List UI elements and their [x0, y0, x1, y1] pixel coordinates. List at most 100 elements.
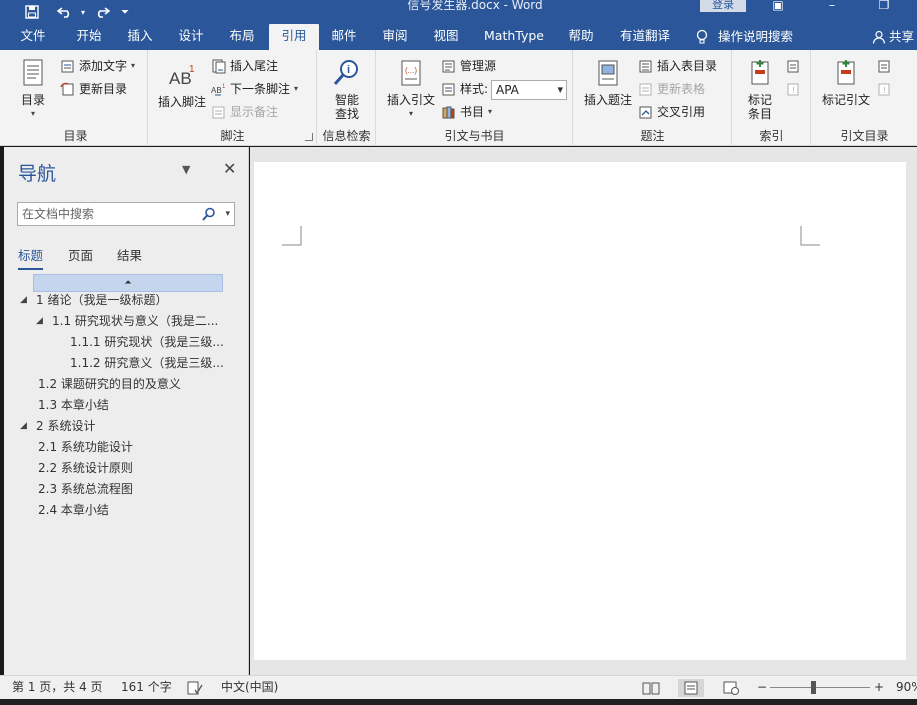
svg-text:AB: AB — [211, 86, 222, 95]
zoom-slider[interactable] — [770, 687, 870, 688]
minimize-icon[interactable]: – — [820, 0, 844, 14]
proofing-icon[interactable] — [187, 676, 203, 699]
insert-caption-button[interactable]: 插入题注 — [580, 58, 636, 107]
insert-index-button[interactable] — [785, 56, 800, 76]
undo-icon[interactable] — [52, 0, 78, 24]
ribbon-display-options-icon[interactable]: ▣ — [766, 0, 790, 14]
heading-item[interactable]: 2.1 系统功能设计 — [38, 437, 133, 457]
heading-item[interactable]: ◢ 2 系统设计 — [20, 416, 95, 436]
web-layout-icon[interactable] — [718, 679, 744, 697]
tab-mathtype[interactable]: MathType — [476, 24, 552, 50]
tab-mailings[interactable]: 邮件 — [320, 24, 368, 50]
add-text-label: 添加文字 — [79, 59, 128, 73]
undo-dropdown-icon[interactable]: ▾ — [78, 0, 88, 24]
tab-results[interactable]: 结果 — [117, 245, 142, 264]
heading-item[interactable]: 1.1.2 研究意义（我是三级... — [70, 353, 224, 373]
citation-style-dropdown-icon: ▾ — [557, 83, 563, 96]
search-options-dropdown-icon[interactable]: ▾ — [225, 203, 230, 225]
insert-footnote-label: 插入脚注 — [157, 95, 206, 109]
heading-item[interactable]: 2.2 系统设计原则 — [38, 458, 133, 478]
toc-button[interactable]: 目录 ▾ — [12, 58, 54, 121]
toc-icon — [23, 59, 43, 86]
group-research-label: 信息检索 — [322, 129, 371, 143]
svg-text:1: 1 — [189, 64, 195, 75]
tab-file[interactable]: 文件 — [8, 24, 58, 50]
update-index-button[interactable]: ! — [785, 79, 800, 99]
zoom-level[interactable]: 90% — [896, 676, 917, 699]
heading-item[interactable]: ◢ 1 绪论（我是一级标题） — [20, 290, 167, 310]
group-captions-label: 题注 — [640, 129, 665, 143]
tab-insert[interactable]: 插入 — [116, 24, 164, 50]
update-table-of-authorities-button[interactable]: ! — [876, 79, 891, 99]
footnotes-dialog-launcher-icon[interactable] — [305, 133, 313, 141]
close-icon[interactable]: ✕ — [223, 159, 236, 178]
page-count[interactable]: 第 1 页，共 4 页 — [12, 676, 103, 699]
insert-footnote-button[interactable]: AB 1 插入脚注 — [155, 60, 209, 109]
read-mode-icon[interactable] — [638, 679, 664, 697]
mark-citation-button[interactable]: 标记引文 — [818, 58, 874, 107]
cross-reference-button[interactable]: 交叉引用 — [638, 102, 705, 122]
mark-entry-icon — [751, 60, 769, 85]
insert-citation-button[interactable]: (...) 插入引文 ▾ — [383, 58, 439, 121]
collapse-up-icon: ⏶ — [124, 278, 132, 288]
print-layout-icon[interactable] — [678, 679, 704, 697]
heading-item[interactable]: 1.3 本章小结 — [38, 395, 109, 415]
login-button[interactable]: 登录 — [700, 0, 746, 12]
next-footnote-button[interactable]: AB 1 下一条脚注 ▾ — [211, 79, 298, 99]
tab-headings[interactable]: 标题 — [18, 245, 44, 270]
share-button[interactable]: 共享 — [872, 24, 914, 50]
heading-text: 2.1 系统功能设计 — [38, 440, 133, 454]
ribbon-tabs: 文件 开始 插入 设计 布局 引用 邮件 审阅 视图 MathType 帮助 有… — [0, 24, 917, 50]
insert-footnote-icon: AB1 — [169, 64, 195, 88]
nav-options-icon[interactable]: ▼ — [182, 163, 190, 176]
taskbar-strip — [0, 699, 917, 705]
heading-item[interactable]: 1.2 课题研究的目的及意义 — [38, 374, 181, 394]
zoom-in-button[interactable]: + — [874, 676, 884, 699]
tab-help[interactable]: 帮助 — [556, 24, 606, 50]
heading-item[interactable]: 1.1.1 研究现状（我是三级... — [70, 332, 224, 352]
nav-search-input[interactable]: 在文档中搜索 ▾ — [17, 202, 235, 226]
insert-endnote-button[interactable]: 插入尾注 — [211, 56, 278, 76]
heading-item[interactable]: 2.3 系统总流程图 — [38, 479, 133, 499]
word-count[interactable]: 161 个字 — [121, 676, 172, 699]
tab-view[interactable]: 视图 — [420, 24, 472, 50]
tab-youdao-translate[interactable]: 有道翻译 — [612, 24, 678, 50]
customize-quick-access-icon[interactable]: ⏷ — [118, 0, 132, 24]
heading-text: 1.3 本章小结 — [38, 398, 109, 412]
document-page[interactable] — [254, 162, 906, 660]
insert-table-of-authorities-button[interactable] — [876, 56, 891, 76]
add-text-button[interactable]: 添加文字 ▾ — [60, 56, 135, 76]
citation-style-select[interactable]: APA ▾ — [491, 80, 567, 100]
manage-sources-button[interactable]: 管理源 — [441, 56, 496, 76]
tab-home[interactable]: 开始 — [64, 24, 114, 50]
tab-design[interactable]: 设计 — [166, 24, 216, 50]
update-table-button[interactable]: 更新表格 — [638, 79, 705, 99]
next-footnote-label: 下一条脚注 — [230, 82, 291, 96]
mark-citation-label: 标记引文 — [821, 93, 870, 107]
update-toc-icon — [60, 82, 74, 95]
tab-pages[interactable]: 页面 — [68, 245, 93, 264]
zoom-out-button[interactable]: − — [757, 676, 767, 699]
smart-lookup-button[interactable]: i 智能 查找 — [324, 58, 370, 121]
search-icon[interactable] — [202, 207, 216, 221]
zoom-slider-thumb[interactable] — [811, 681, 816, 694]
heading-text: 2.4 本章小结 — [38, 503, 109, 517]
save-icon[interactable] — [20, 0, 44, 24]
bibliography-button[interactable]: 书目 ▾ — [441, 102, 492, 122]
tab-layout[interactable]: 布局 — [217, 24, 267, 50]
expand-triangle-icon[interactable]: ◢ — [20, 290, 36, 310]
heading-item[interactable]: 2.4 本章小结 — [38, 500, 109, 520]
show-notes-button[interactable]: 显示备注 — [211, 102, 278, 122]
mark-entry-button[interactable]: 标记 条目 — [739, 58, 781, 121]
update-toc-button[interactable]: 更新目录 — [60, 79, 127, 99]
tab-references[interactable]: 引用 — [269, 24, 319, 50]
restore-icon[interactable]: ❐ — [872, 0, 896, 14]
insert-table-of-figures-button[interactable]: 插入表目录 — [638, 56, 717, 76]
expand-triangle-icon[interactable]: ◢ — [20, 416, 36, 436]
expand-triangle-icon[interactable]: ◢ — [36, 311, 52, 331]
redo-icon[interactable] — [90, 0, 114, 24]
tell-me-search[interactable]: 操作说明搜索 — [696, 24, 793, 50]
tab-review[interactable]: 审阅 — [370, 24, 420, 50]
language-indicator[interactable]: 中文(中国) — [221, 676, 278, 699]
heading-item[interactable]: ◢ 1.1 研究现状与意义（我是二... — [36, 311, 218, 331]
